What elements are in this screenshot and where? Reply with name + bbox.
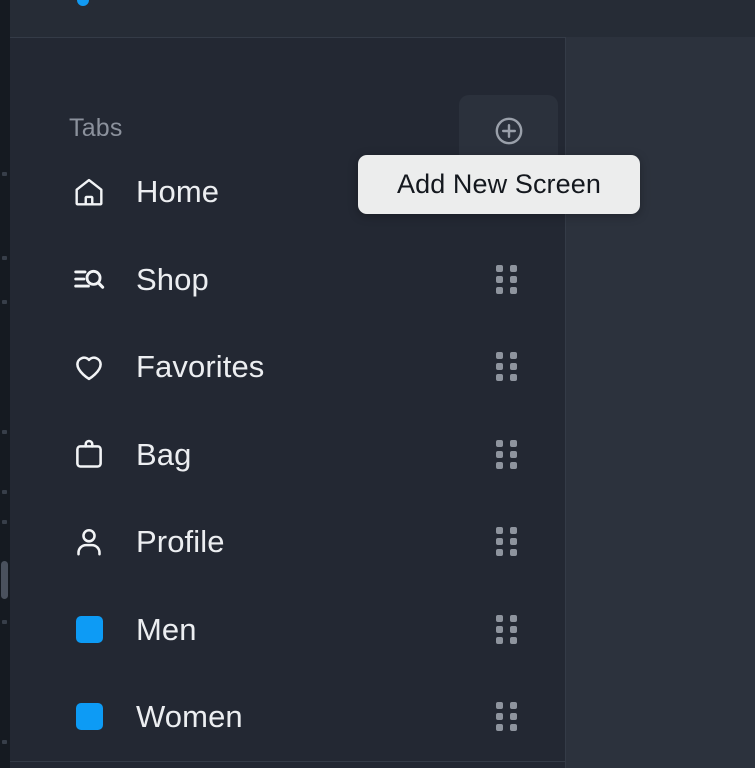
drag-handle-icon[interactable] — [494, 263, 518, 295]
tooltip-add-new-screen: Add New Screen — [358, 155, 640, 214]
tab-label: Women — [136, 699, 243, 735]
shop-search-icon — [65, 259, 113, 299]
heart-icon — [65, 347, 113, 387]
gutter-tick — [2, 520, 7, 524]
drag-handle-icon[interactable] — [494, 438, 518, 470]
page-title: Tabs — [69, 114, 123, 142]
tab-label: Home — [136, 174, 220, 210]
app-root: Tabs Home Shop Favorites Bag Profile Men Women… — [0, 0, 755, 768]
scrollbar-track[interactable] — [0, 0, 10, 768]
gutter-tick — [2, 430, 7, 434]
gutter-tick — [2, 620, 7, 624]
tooltip-label: Add New Screen — [396, 169, 601, 199]
tab-row-men[interactable]: Men — [10, 586, 566, 674]
tabs-section-header: Tabs — [10, 38, 566, 167]
blue-square-icon — [65, 609, 113, 649]
gutter-tick — [2, 490, 7, 494]
drag-handle-icon[interactable] — [494, 701, 518, 733]
tab-row-shop[interactable]: Shop — [10, 236, 566, 324]
canvas-area-top-strip — [566, 0, 755, 37]
drag-handle-icon[interactable] — [494, 351, 518, 383]
tab-row-bag[interactable]: Bag — [10, 411, 566, 499]
gutter-tick — [2, 740, 7, 744]
tab-label: Men — [136, 611, 197, 647]
color-swatch — [75, 615, 103, 643]
panel-top-strip — [10, 0, 566, 37]
tab-label: Bag — [136, 436, 192, 472]
person-icon — [65, 522, 113, 562]
color-swatch — [75, 703, 103, 731]
gutter-tick — [2, 256, 7, 260]
tab-label: Profile — [136, 524, 225, 560]
drag-handle-icon[interactable] — [494, 526, 518, 558]
blue-pill-indicator — [77, 0, 89, 6]
left-gutter — [0, 0, 10, 768]
plus-circle-icon — [492, 114, 526, 148]
drag-handle-icon[interactable] — [494, 613, 518, 645]
tab-list: Home Shop Favorites Bag Profile Men Women — [10, 148, 566, 761]
canvas-area — [566, 0, 755, 768]
gutter-tick — [2, 300, 7, 304]
tab-row-favorites[interactable]: Favorites — [10, 323, 566, 411]
tab-row-women[interactable]: Women — [10, 673, 566, 761]
blue-square-icon — [65, 697, 113, 737]
divider-bottom — [10, 761, 566, 762]
home-icon — [65, 172, 113, 212]
scrollbar-thumb[interactable] — [1, 560, 8, 600]
bag-icon — [65, 434, 113, 474]
tab-label: Shop — [136, 261, 209, 297]
tab-label: Favorites — [136, 349, 265, 385]
tab-row-profile[interactable]: Profile — [10, 498, 566, 586]
gutter-tick — [2, 172, 7, 176]
